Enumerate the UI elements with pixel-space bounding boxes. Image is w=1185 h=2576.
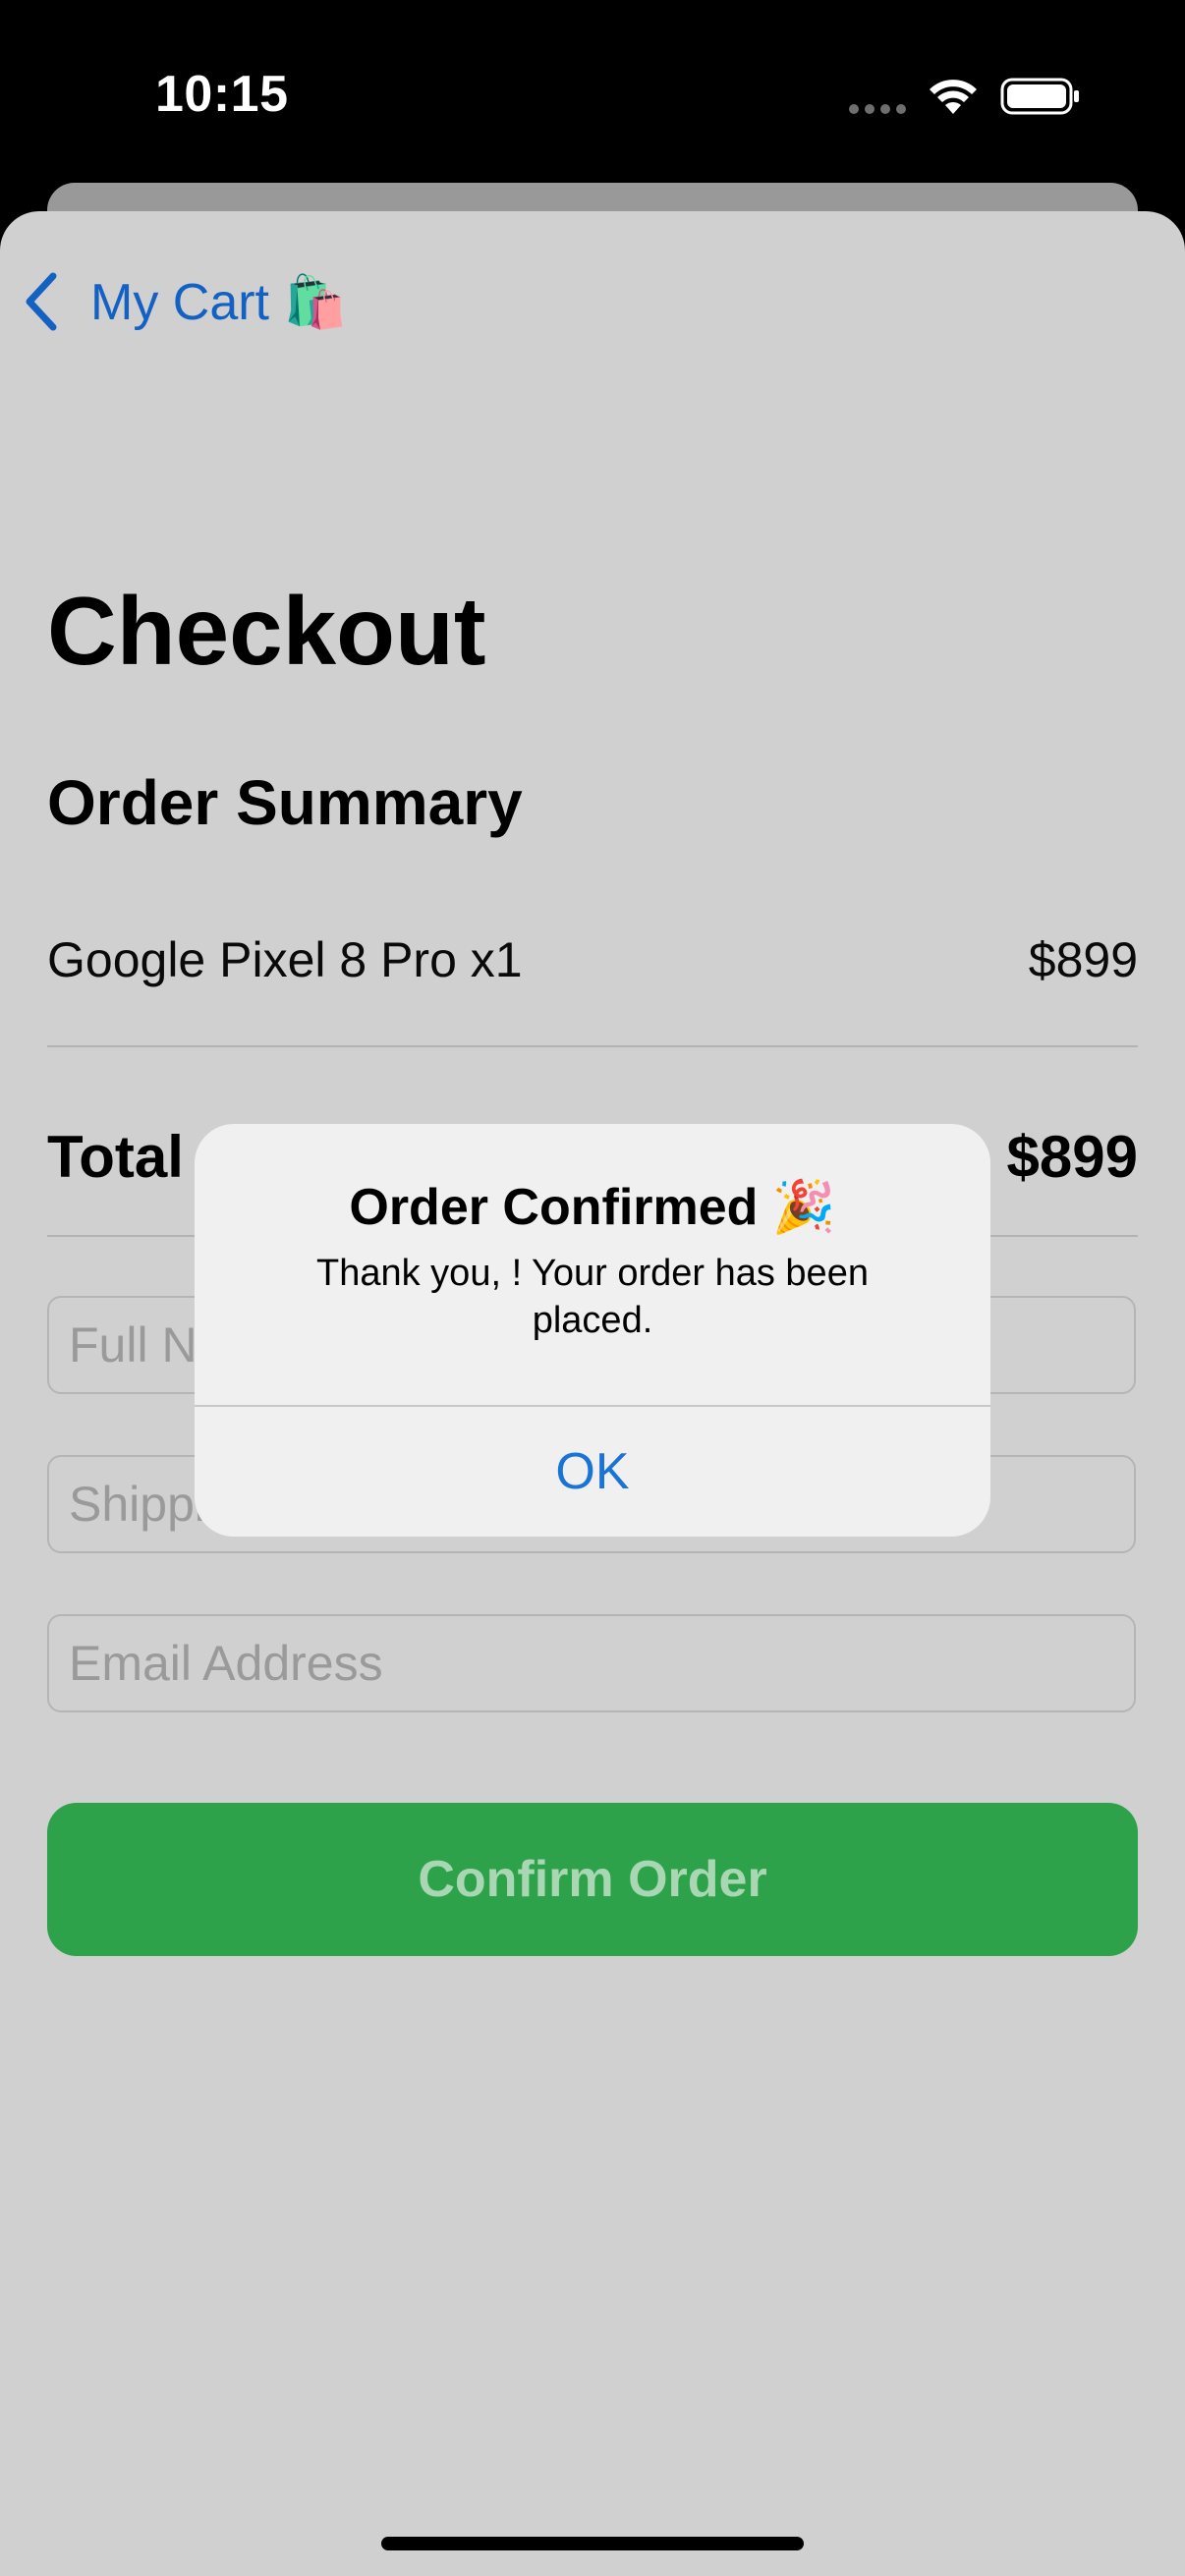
email-field[interactable]: Email Address [47, 1614, 1136, 1712]
order-summary-title: Order Summary [47, 767, 523, 838]
total-value: $899 [1006, 1123, 1138, 1190]
order-confirmed-alert: Order Confirmed 🎉 Thank you, ! Your orde… [195, 1124, 990, 1537]
order-item-row: Google Pixel 8 Pro x1 $899 [47, 921, 1138, 999]
alert-ok-button[interactable]: OK [195, 1407, 990, 1537]
confirm-order-button[interactable]: Confirm Order [47, 1803, 1138, 1956]
status-bar: 10:15 [0, 0, 1185, 187]
total-label: Total [47, 1123, 184, 1190]
home-indicator[interactable] [381, 2537, 804, 2550]
alert-message: Thank you, ! Your order has been placed. [316, 1253, 869, 1341]
confirm-order-label: Confirm Order [418, 1851, 767, 1908]
screen: 10:15 My Cart 🛍️ Checkout Order Summary … [0, 0, 1185, 2576]
cellular-dots-icon [849, 104, 908, 114]
back-button-label: My Cart 🛍️ [90, 273, 348, 331]
battery-icon [1000, 78, 1079, 115]
email-placeholder: Email Address [69, 1636, 383, 1691]
alert-title: Order Confirmed 🎉 [349, 1179, 836, 1236]
page-title: Checkout [47, 577, 486, 685]
order-item-name: Google Pixel 8 Pro x1 [47, 932, 523, 987]
back-button[interactable]: My Cart 🛍️ [22, 262, 347, 341]
divider [47, 1045, 1138, 1047]
order-item-price: $899 [1028, 932, 1138, 987]
wifi-icon [930, 80, 977, 114]
chevron-left-icon [26, 272, 57, 331]
status-time: 10:15 [155, 66, 289, 123]
